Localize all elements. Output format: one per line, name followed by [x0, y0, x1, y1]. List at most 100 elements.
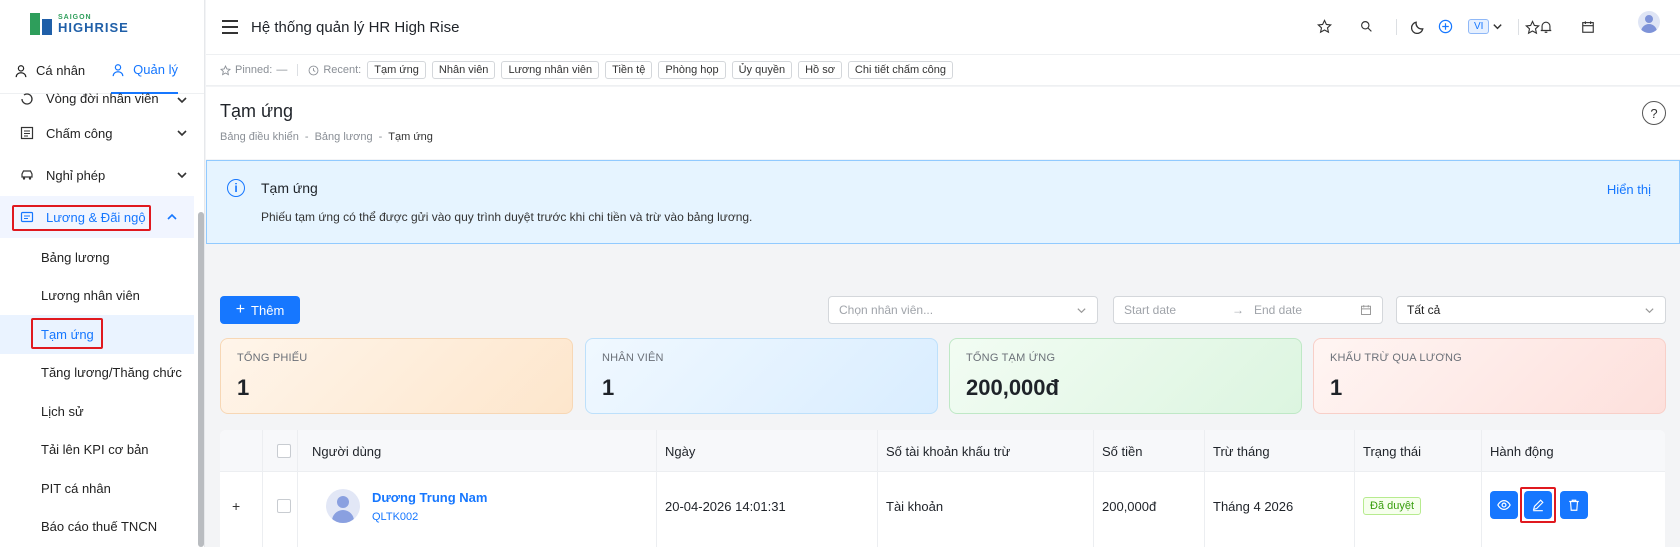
recent-chip[interactable]: Phòng họp — [658, 61, 726, 79]
row-checkbox[interactable] — [277, 499, 291, 513]
sidebar-item-leave[interactable]: Nghỉ phép — [0, 154, 204, 196]
recent-section: Recent: — [308, 64, 361, 76]
column-header-date[interactable]: Ngày — [665, 430, 695, 472]
app-title: Hệ thống quản lý HR High Rise — [251, 18, 460, 36]
cell-amount: 200,000đ — [1102, 498, 1157, 514]
user-name-link[interactable]: Dương Trung Nam — [372, 490, 487, 505]
sidebar-subitem-pit[interactable]: PIT cá nhân — [0, 469, 194, 508]
recent-chip[interactable]: Lương nhân viên — [501, 61, 600, 79]
sidebar-subitem-advance[interactable]: Tạm ứng — [0, 315, 194, 354]
advance-table: Người dùng Ngày Số tài khoản khấu trừ Số… — [220, 430, 1665, 547]
moon-icon[interactable] — [1410, 18, 1426, 34]
breadcrumb-item[interactable]: Bảng lương — [315, 131, 373, 143]
tab-personal[interactable]: Cá nhân — [14, 48, 85, 94]
column-header-status[interactable]: Trạng thái — [1363, 430, 1421, 472]
brand-logo[interactable]: SAIGON HIGHRISE — [0, 0, 204, 48]
select-all-checkbox[interactable] — [277, 444, 291, 458]
arrow-right-icon: → — [1232, 303, 1244, 317]
header-divider — [1518, 19, 1519, 35]
recent-chip[interactable]: Chi tiết chấm công — [847, 61, 954, 79]
help-icon[interactable]: ? — [1642, 101, 1666, 125]
date-range-picker[interactable]: Start date → End date — [1113, 296, 1383, 324]
sidebar-item-label: Vòng đời nhân viên — [46, 91, 159, 106]
edit-button[interactable] — [1524, 491, 1552, 519]
tab-personal-label: Cá nhân — [36, 63, 86, 78]
status-badge: Đã duyệt — [1363, 497, 1422, 515]
user-avatar — [326, 489, 360, 523]
bell-icon[interactable] — [1538, 19, 1554, 35]
subitem-label: Lương nhân viên — [41, 288, 140, 304]
sidebar-subitem-history[interactable]: Lịch sử — [0, 392, 194, 431]
sidebar: SAIGON HIGHRISE Cá nhân Quản lý Vòng đời… — [0, 0, 205, 547]
pencil-icon — [1532, 499, 1544, 512]
alert-show-link[interactable]: Hiển thị — [1607, 182, 1651, 197]
sidebar-item-label: Chấm công — [46, 125, 113, 141]
refresh-icon — [20, 92, 34, 106]
breadcrumb-item[interactable]: Bảng điều khiển — [220, 131, 299, 143]
recent-bar: Pinned: — Recent: Tạm ứng Nhân viên Lươn… — [206, 54, 1680, 86]
menu-toggle-icon[interactable] — [222, 20, 238, 34]
brand-line2: HIGHRISE — [58, 20, 129, 35]
chevron-up-icon — [167, 213, 177, 220]
column-header-actions: Hành động — [1490, 443, 1554, 459]
star-icon[interactable] — [1316, 18, 1332, 34]
stat-card-total-slips: TỔNG PHIẾU 1 — [220, 338, 573, 414]
breadcrumb-current: Tạm ứng — [388, 131, 433, 143]
breadcrumb-separator: - — [304, 131, 309, 143]
add-button[interactable]: + Thêm — [220, 296, 300, 324]
tab-management[interactable]: Quản lý — [111, 48, 178, 94]
sidebar-subitem-payroll[interactable]: Bảng lương — [0, 238, 194, 277]
column-header-account[interactable]: Số tài khoản khấu trừ — [886, 430, 1010, 472]
language-selector[interactable]: VI — [1468, 19, 1503, 34]
calendar-icon[interactable] — [1580, 19, 1596, 35]
sidebar-menu: Vòng đời nhân viên Chấm công Nghỉ phép L… — [0, 88, 204, 546]
sidebar-subitem-employee-salary[interactable]: Lương nhân viên — [0, 277, 194, 316]
recent-chip[interactable]: Tiền tệ — [605, 61, 653, 79]
delete-button[interactable] — [1560, 491, 1588, 519]
status-select-value: Tất cả — [1407, 303, 1441, 317]
sidebar-item-label: Lương & Đãi ngộ — [46, 209, 146, 225]
end-date-input[interactable]: End date — [1254, 303, 1302, 317]
sidebar-item-attendance[interactable]: Chấm công — [0, 112, 204, 154]
pinned-section: Pinned: — — [220, 64, 287, 76]
chevron-down-icon — [1493, 24, 1503, 30]
recent-chip[interactable]: Tạm ứng — [367, 61, 426, 79]
page-header: Tạm ứng Bảng điều khiển - Bảng lương - T… — [206, 87, 1680, 159]
recent-chip[interactable]: Ủy quyền — [731, 61, 793, 79]
star-icon — [220, 64, 231, 75]
sidebar-subitem-upload-kpi[interactable]: Tải lên KPI cơ bản — [0, 431, 194, 470]
clock-icon — [308, 65, 319, 75]
user-avatar[interactable] — [1638, 11, 1660, 33]
recent-label: Recent: — [323, 64, 362, 76]
recent-chip[interactable]: Hồ sơ — [798, 61, 842, 79]
column-header-user[interactable]: Người dùng — [312, 430, 381, 472]
employee-select[interactable]: Chọn nhân viên... — [828, 296, 1098, 324]
calendar-icon — [1361, 305, 1371, 315]
sidebar-item-employee-lifecycle[interactable]: Vòng đời nhân viên — [0, 88, 204, 112]
column-header-month[interactable]: Trừ tháng — [1213, 430, 1270, 472]
search-icon[interactable] — [1358, 18, 1374, 34]
expand-row-button[interactable]: + — [232, 498, 240, 514]
alert-title: Tạm ứng — [261, 180, 318, 196]
view-button[interactable] — [1490, 491, 1518, 519]
info-alert: i Tạm ứng Phiếu tạm ứng có thể được gửi … — [206, 160, 1680, 244]
breadcrumb: Bảng điều khiển - Bảng lương - Tạm ứng — [220, 131, 433, 143]
sidebar-scrollbar[interactable] — [198, 212, 204, 547]
sidebar-subitem-raise-promotion[interactable]: Tăng lương/Thăng chức — [0, 354, 194, 393]
trash-icon — [1569, 499, 1579, 511]
alert-description: Phiếu tạm ứng có thể được gửi vào quy tr… — [261, 210, 753, 224]
sidebar-item-payroll-benefits[interactable]: Lương & Đãi ngộ — [0, 196, 194, 238]
start-date-input[interactable]: Start date — [1124, 303, 1232, 317]
column-header-amount[interactable]: Số tiền — [1102, 430, 1142, 472]
car-icon — [20, 168, 34, 182]
select-all-cell — [277, 430, 291, 472]
calendar-list-icon — [20, 126, 34, 140]
sidebar-subitem-tax-report[interactable]: Báo cáo thuế TNCN — [0, 508, 194, 547]
top-header: Hệ thống quản lý HR High Rise — [206, 0, 1680, 54]
recent-chip[interactable]: Nhân viên — [431, 61, 496, 79]
globe-icon[interactable] — [1437, 18, 1453, 34]
status-select[interactable]: Tất cả — [1396, 296, 1666, 324]
stat-value: 1 — [1330, 375, 1343, 400]
subitem-label: Tăng lương/Thăng chức — [41, 365, 182, 381]
page-title: Tạm ứng — [220, 101, 294, 121]
